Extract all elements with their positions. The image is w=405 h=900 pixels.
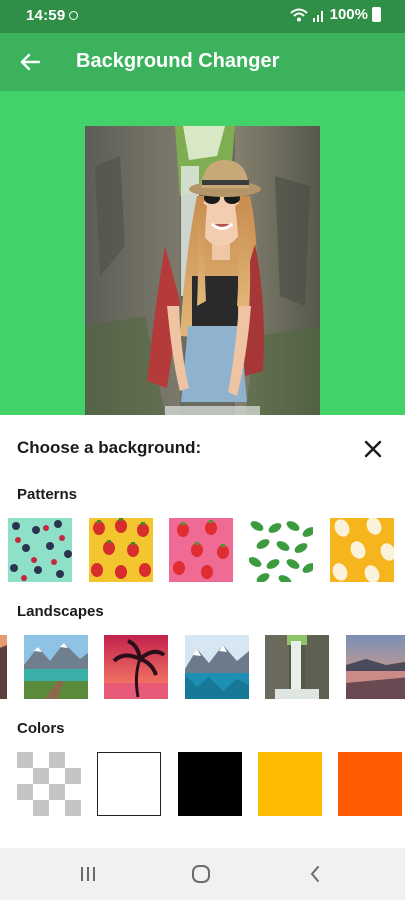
close-icon — [364, 440, 382, 458]
wifi-icon — [289, 8, 308, 21]
landscape-thumb-sunset-cliff[interactable] — [0, 635, 7, 699]
close-button[interactable] — [359, 435, 387, 463]
recent-apps-button[interactable] — [76, 862, 100, 886]
pattern-thumb-strawberry-yellow[interactable] — [89, 518, 153, 582]
landscape-thumb-mountain-lake-boardwalk[interactable] — [24, 635, 88, 699]
landscapes-label: Landscapes — [17, 603, 104, 620]
arrow-left-icon — [20, 53, 40, 71]
status-icons: 100% — [289, 6, 381, 23]
colors-row — [0, 752, 405, 816]
chevron-left-icon — [310, 866, 319, 882]
color-swatch-orange[interactable] — [338, 752, 402, 816]
landscape-thumb-sea-sunset[interactable] — [346, 635, 405, 699]
battery-percent: 100% — [329, 6, 368, 23]
color-swatch-white[interactable] — [97, 752, 161, 816]
home-button[interactable] — [189, 862, 213, 886]
status-time: 14:59 — [26, 7, 66, 24]
landscapes-row — [0, 635, 405, 699]
pattern-thumb-eggs-yellow[interactable] — [330, 518, 394, 582]
preview-photo — [85, 126, 320, 415]
pattern-thumb-strawberry-pink[interactable] — [169, 518, 233, 582]
patterns-row — [0, 518, 405, 582]
background-chooser-sheet: Choose a background: Patterns Landscapes… — [0, 415, 405, 848]
landscape-thumb-glacier-lake[interactable] — [185, 635, 249, 699]
patterns-label: Patterns — [17, 486, 78, 503]
battery-icon — [372, 7, 381, 22]
recents-icon — [81, 867, 95, 881]
landscape-thumb-waterfall[interactable] — [265, 635, 329, 699]
app-bar: Background Changer — [0, 33, 405, 91]
home-icon — [192, 865, 210, 883]
signal-icon — [312, 10, 323, 22]
pattern-thumb-green-leaves[interactable] — [249, 518, 313, 582]
status-bar: 14:59 100% — [0, 0, 405, 33]
color-swatch-transparent[interactable] — [17, 752, 81, 816]
notification-icon — [69, 11, 78, 20]
sheet-title: Choose a background: — [17, 438, 202, 457]
landscape-thumb-palm-sunset[interactable] — [104, 635, 168, 699]
color-swatch-yellow[interactable] — [258, 752, 322, 816]
nav-back-button[interactable] — [303, 862, 327, 886]
system-nav-bar — [0, 848, 405, 900]
colors-label: Colors — [17, 720, 65, 737]
back-button[interactable] — [14, 46, 46, 78]
pattern-thumb-blueberry-mint[interactable] — [8, 518, 72, 582]
page-title: Background Changer — [76, 50, 280, 72]
color-swatch-black[interactable] — [178, 752, 242, 816]
preview-area — [0, 91, 405, 415]
